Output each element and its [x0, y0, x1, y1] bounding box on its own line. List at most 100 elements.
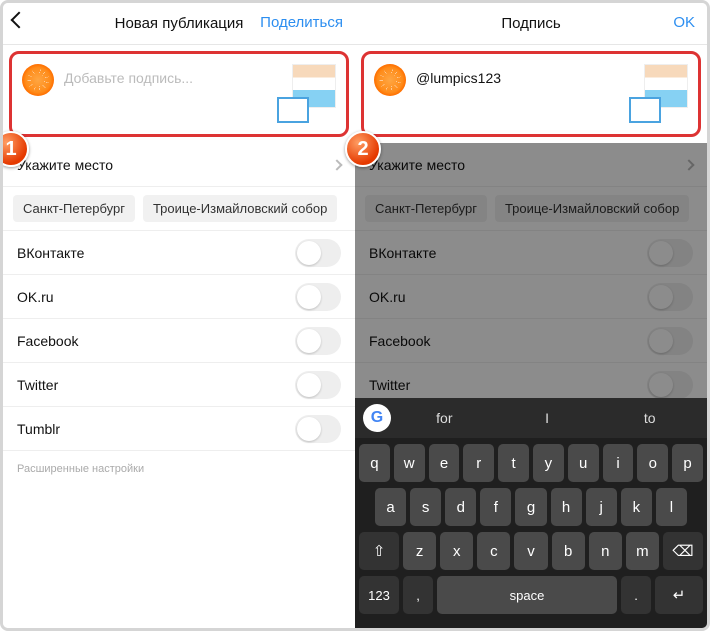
key-return[interactable]: ↵ — [655, 576, 703, 614]
toggle[interactable] — [295, 327, 341, 355]
toggle[interactable] — [647, 239, 693, 267]
google-icon[interactable]: G — [363, 404, 391, 432]
toggle[interactable] — [295, 239, 341, 267]
share-row-ok: OK.ru — [3, 275, 355, 319]
network-label: Facebook — [369, 333, 430, 349]
suggestion-bar: G for I to — [355, 398, 707, 438]
key-n[interactable]: n — [589, 532, 622, 570]
network-label: ВКонтакте — [17, 245, 84, 261]
suggestion[interactable]: I — [498, 410, 597, 426]
key-t[interactable]: t — [498, 444, 529, 482]
key-h[interactable]: h — [551, 488, 582, 526]
keyboard: G for I to q w e r t y u i o p — [355, 398, 707, 628]
key-period[interactable]: . — [621, 576, 651, 614]
key-d[interactable]: d — [445, 488, 476, 526]
suggestion[interactable]: to — [600, 410, 699, 426]
add-location-row[interactable]: Укажите место — [355, 143, 707, 187]
key-e[interactable]: e — [429, 444, 460, 482]
add-location-row[interactable]: Укажите место — [3, 143, 355, 187]
key-row-1: q w e r t y u i o p — [359, 444, 703, 482]
caption-area: @lumpics123 2 — [355, 45, 707, 143]
key-x[interactable]: x — [440, 532, 473, 570]
key-u[interactable]: u — [568, 444, 599, 482]
location-chip[interactable]: Санкт-Петербург — [365, 195, 487, 222]
key-shift[interactable]: ⇧ — [359, 532, 399, 570]
key-a[interactable]: a — [375, 488, 406, 526]
key-j[interactable]: j — [586, 488, 617, 526]
network-label: Tumblr — [17, 421, 60, 437]
key-b[interactable]: b — [552, 532, 585, 570]
post-thumbnail[interactable] — [644, 64, 688, 108]
key-row-2: a s d f g h j k l — [359, 488, 703, 526]
location-label: Укажите место — [17, 157, 113, 173]
chevron-right-icon — [683, 159, 694, 170]
chevron-left-icon — [11, 12, 28, 29]
key-s[interactable]: s — [410, 488, 441, 526]
network-label: ВКонтакте — [369, 245, 436, 261]
advanced-settings-link[interactable]: Расширенные настройки — [3, 451, 355, 487]
key-w[interactable]: w — [394, 444, 425, 482]
share-row-facebook: Facebook — [355, 319, 707, 363]
key-v[interactable]: v — [514, 532, 547, 570]
back-button[interactable] — [13, 13, 25, 31]
key-comma[interactable]: , — [403, 576, 433, 614]
caption-placeholder[interactable]: Добавьте подпись... — [64, 64, 282, 86]
key-g[interactable]: g — [515, 488, 546, 526]
toggle[interactable] — [647, 327, 693, 355]
ok-button[interactable]: OK — [673, 14, 695, 31]
network-label: OK.ru — [17, 289, 54, 305]
key-numbers[interactable]: 123 — [359, 576, 399, 614]
key-f[interactable]: f — [480, 488, 511, 526]
key-r[interactable]: r — [463, 444, 494, 482]
post-thumbnail[interactable] — [292, 64, 336, 108]
key-o[interactable]: o — [637, 444, 668, 482]
share-row-ok: OK.ru — [355, 275, 707, 319]
key-q[interactable]: q — [359, 444, 390, 482]
toggle[interactable] — [295, 371, 341, 399]
header: Новая публикация Поделиться — [3, 3, 355, 45]
key-row-4: 123 , space . ↵ — [359, 576, 703, 614]
share-row-twitter: Twitter — [3, 363, 355, 407]
callout-marker-2: 2 — [345, 131, 381, 167]
key-row-3: ⇧ z x c v b n m ⌫ — [359, 532, 703, 570]
location-suggestions: Санкт-Петербург Троице-Измайловский собо… — [355, 187, 707, 231]
location-label: Укажите место — [369, 157, 465, 173]
toggle[interactable] — [647, 371, 693, 399]
network-label: Twitter — [17, 377, 58, 393]
location-chip[interactable]: Троице-Измайловский собор — [143, 195, 337, 222]
network-label: OK.ru — [369, 289, 406, 305]
toggle[interactable] — [647, 283, 693, 311]
caption-box[interactable]: @lumpics123 — [361, 51, 701, 137]
key-y[interactable]: y — [533, 444, 564, 482]
key-k[interactable]: k — [621, 488, 652, 526]
key-backspace[interactable]: ⌫ — [663, 532, 703, 570]
key-i[interactable]: i — [603, 444, 634, 482]
caption-box[interactable]: Добавьте подпись... — [9, 51, 349, 137]
avatar — [374, 64, 406, 96]
caption-input[interactable]: @lumpics123 — [416, 64, 634, 86]
location-suggestions: Санкт-Петербург Троице-Измайловский собо… — [3, 187, 355, 231]
avatar — [22, 64, 54, 96]
screen-new-post: Новая публикация Поделиться Добавьте под… — [3, 3, 355, 628]
key-m[interactable]: m — [626, 532, 659, 570]
header: Подпись OK — [355, 3, 707, 45]
share-row-tumblr: Tumblr — [3, 407, 355, 451]
screen-caption-edit: Подпись OK @lumpics123 2 Укажите место С… — [355, 3, 707, 628]
key-l[interactable]: l — [656, 488, 687, 526]
key-c[interactable]: c — [477, 532, 510, 570]
share-row-facebook: Facebook — [3, 319, 355, 363]
suggestion[interactable]: for — [395, 410, 494, 426]
share-row-vk: ВКонтакте — [3, 231, 355, 275]
share-row-vk: ВКонтакте — [355, 231, 707, 275]
key-z[interactable]: z — [403, 532, 436, 570]
chevron-right-icon — [331, 159, 342, 170]
location-chip[interactable]: Троице-Измайловский собор — [495, 195, 689, 222]
key-space[interactable]: space — [437, 576, 617, 614]
location-chip[interactable]: Санкт-Петербург — [13, 195, 135, 222]
toggle[interactable] — [295, 415, 341, 443]
key-p[interactable]: p — [672, 444, 703, 482]
network-label: Twitter — [369, 377, 410, 393]
toggle[interactable] — [295, 283, 341, 311]
share-button[interactable]: Поделиться — [260, 14, 343, 31]
caption-area: Добавьте подпись... 1 — [3, 45, 355, 143]
